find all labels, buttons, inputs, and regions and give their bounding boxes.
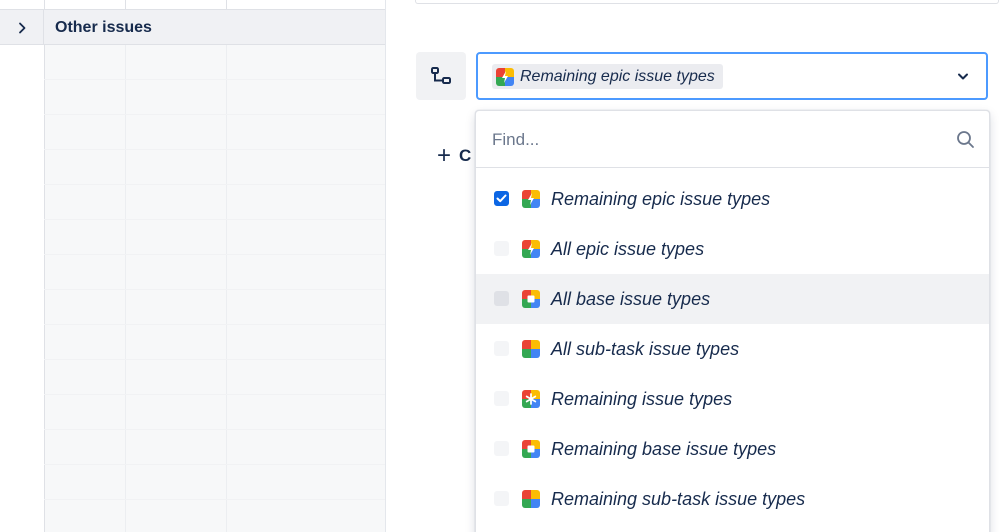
find-field xyxy=(476,111,989,168)
config-panel: Remaining epic issue types + C Find... R… xyxy=(387,0,999,532)
subtask-quad-icon xyxy=(522,490,540,508)
option-label: Remaining sub-task issue types xyxy=(551,489,806,509)
base-square-icon xyxy=(522,440,540,458)
option-all-base-issue-types[interactable]: All base issue types xyxy=(476,274,989,324)
checkbox[interactable] xyxy=(494,391,509,406)
option-label: Remaining epic issue types xyxy=(551,189,771,209)
epic-lightning-icon xyxy=(496,67,514,86)
checkbox[interactable] xyxy=(494,441,509,456)
grid-row-divider xyxy=(44,394,385,395)
grid-row-divider xyxy=(44,114,385,115)
asterisk-icon xyxy=(522,390,540,408)
grid-row-divider xyxy=(44,79,385,80)
epic-lightning-icon xyxy=(522,190,540,208)
selected-chip-label: Remaining epic issue types xyxy=(520,67,715,85)
option-all-epic-issue-types[interactable]: All epic issue types xyxy=(476,224,989,274)
grid-body xyxy=(0,45,385,532)
grid-gutter xyxy=(0,45,44,532)
issue-type-dropdown: Remaining epic issue types All epic issu… xyxy=(475,110,990,532)
hierarchy-icon xyxy=(431,67,451,84)
selected-chip: Remaining epic issue types xyxy=(492,64,723,89)
group-title: Other issues xyxy=(55,19,152,36)
option-all-sub-task-issue-types[interactable]: All sub-task issue types xyxy=(476,324,989,374)
option-remaining-issue-types[interactable]: Remaining issue types xyxy=(476,374,989,424)
grid-header xyxy=(0,0,385,10)
checkbox-checked[interactable] xyxy=(494,191,509,206)
grid-header-divider xyxy=(44,0,45,10)
grid-header-divider xyxy=(226,0,227,10)
chevron-down-icon[interactable] xyxy=(956,69,970,83)
app-root: Other issues Remaining epic issue types … xyxy=(0,0,999,532)
grid-header-divider xyxy=(125,0,126,10)
option-remaining-sub-task-issue-types[interactable]: Remaining sub-task issue types xyxy=(476,474,989,524)
checkbox[interactable] xyxy=(494,291,509,306)
find-input[interactable] xyxy=(476,111,989,168)
grid-row-divider xyxy=(44,184,385,185)
checkbox[interactable] xyxy=(494,241,509,256)
option-remaining-base-issue-types[interactable]: Remaining base issue types xyxy=(476,424,989,474)
option-label: All sub-task issue types xyxy=(551,339,740,359)
grid-row-divider xyxy=(44,359,385,360)
grid-row-divider xyxy=(44,464,385,465)
epic-lightning-icon xyxy=(522,240,540,258)
grid-row-divider xyxy=(44,254,385,255)
option-label: All base issue types xyxy=(551,289,711,309)
issue-type-select[interactable]: Remaining epic issue types xyxy=(476,52,988,100)
add-button[interactable]: + C xyxy=(437,143,471,169)
checkbox[interactable] xyxy=(494,341,509,356)
expand-chevron-icon[interactable] xyxy=(0,10,44,45)
grid-row-divider xyxy=(44,219,385,220)
previous-field-edge xyxy=(415,0,999,4)
grid-row-divider xyxy=(44,324,385,325)
grid-row-divider xyxy=(44,289,385,290)
subtask-quad-icon xyxy=(522,340,540,358)
add-button-label: C xyxy=(459,146,472,165)
option-label: Remaining issue types xyxy=(551,389,733,409)
plus-icon: + xyxy=(437,142,452,169)
base-square-icon xyxy=(522,290,540,308)
group-row-other-issues[interactable]: Other issues xyxy=(0,10,385,45)
option-label: All epic issue types xyxy=(551,239,705,259)
grid-row-divider xyxy=(44,499,385,500)
option-remaining-epic-issue-types[interactable]: Remaining epic issue types xyxy=(476,174,989,224)
grid-row-divider xyxy=(44,429,385,430)
checkbox[interactable] xyxy=(494,491,509,506)
grid-row-divider xyxy=(44,149,385,150)
issue-grid: Other issues xyxy=(0,0,386,532)
option-label: Remaining base issue types xyxy=(551,439,777,459)
search-icon xyxy=(957,131,974,148)
hierarchy-button[interactable] xyxy=(416,52,466,100)
